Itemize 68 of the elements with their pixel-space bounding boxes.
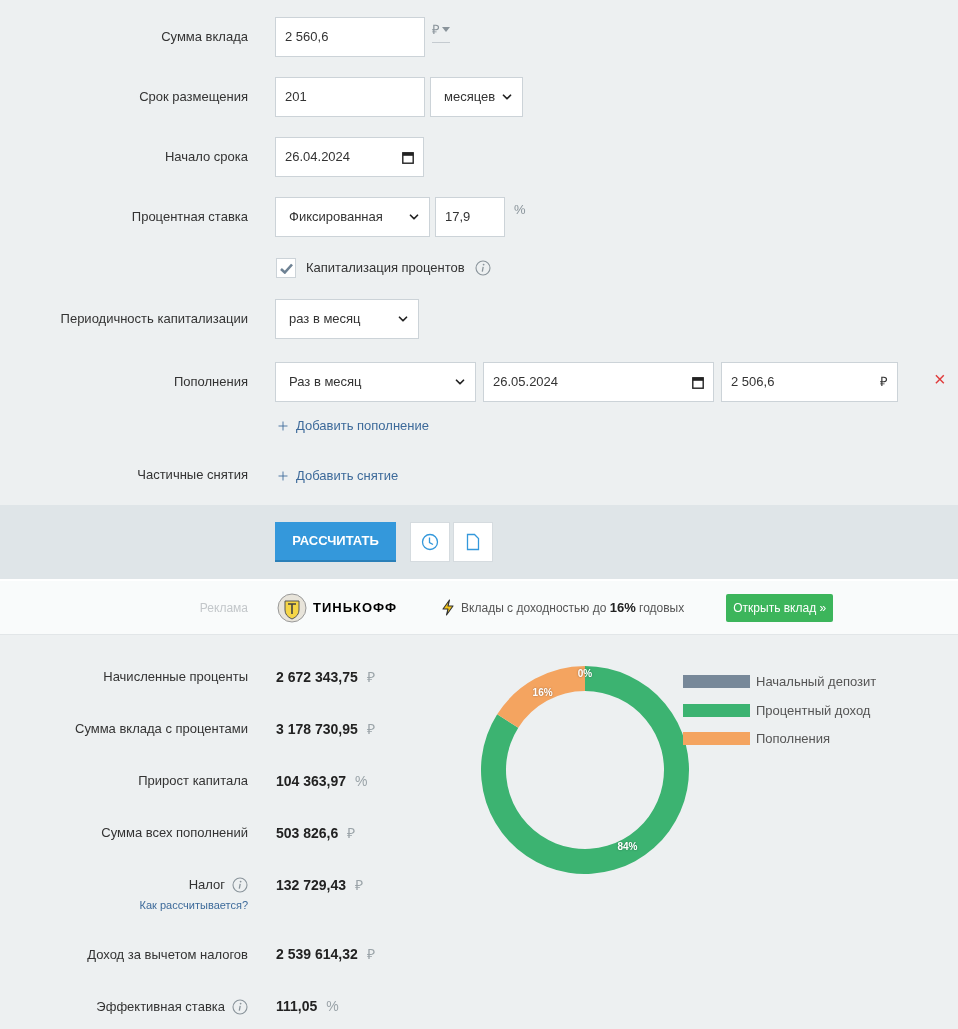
document-icon <box>466 533 480 551</box>
field-label: Процентная ставка <box>131 208 248 227</box>
result-value: 2 539 614,32 <box>276 945 358 964</box>
lightning-icon <box>441 599 456 616</box>
period-select[interactable]: раз в месяц <box>275 299 419 339</box>
field-label: Срок размещения <box>139 88 248 107</box>
calendar-icon <box>402 150 414 164</box>
add-link[interactable]: Добавить пополнение <box>276 416 429 436</box>
calendar-icon <box>692 375 704 389</box>
field-label: Начало срока <box>164 148 248 167</box>
info-icon <box>474 260 491 276</box>
check-icon <box>279 262 293 274</box>
percent-unit: % <box>514 201 526 219</box>
plus-icon <box>276 468 290 483</box>
legend-label: Начальный депозит <box>756 673 877 691</box>
unit-sign: % <box>355 771 368 791</box>
info-icon <box>232 998 248 1015</box>
result-value: 3 178 730,95 <box>276 719 358 739</box>
legend-label: Пополнения <box>756 730 831 748</box>
result-value: 111,05 <box>276 997 318 1016</box>
unit-sign: ₽ <box>366 719 375 739</box>
result-label: Начисленные проценты <box>103 668 248 687</box>
document-button[interactable] <box>453 522 493 562</box>
unit-select[interactable]: месяцев <box>430 77 523 117</box>
field-label: Пополнения <box>173 373 248 391</box>
field-label: Сумма вклада <box>161 28 248 47</box>
how-calculated-link[interactable]: Как рассчитывается? <box>139 897 248 914</box>
result-label: Доход за вычетом налогов <box>87 945 248 964</box>
data-label: 84% <box>617 840 638 852</box>
caret-icon <box>442 27 450 33</box>
term-field[interactable]: 201 <box>275 77 425 117</box>
rate-type-select[interactable]: Фиксированная <box>275 197 430 237</box>
rate-field[interactable]: 17,9 <box>435 197 505 237</box>
result-value: 104 363,97 <box>276 771 347 791</box>
date-field[interactable]: 26.04.2024 <box>275 137 424 177</box>
unit-sign: ₽ <box>355 875 364 895</box>
plus-icon <box>276 419 290 433</box>
amount-field[interactable]: 2 506,6 ₽ <box>721 362 898 402</box>
result-value: 503 826,6 <box>276 823 339 843</box>
history-button[interactable] <box>410 522 450 562</box>
result-label: Эффективная ставка <box>96 997 225 1016</box>
result-value: 132 729,43 <box>276 875 347 895</box>
data-label: 16% <box>532 686 553 698</box>
date-field[interactable]: 26.05.2024 <box>483 362 714 402</box>
unit-sign: ₽ <box>366 945 375 964</box>
result-label: Сумма всех пополнений <box>101 824 248 843</box>
result-label: Прирост капитала <box>138 772 248 791</box>
unit-sign: % <box>326 997 339 1016</box>
amount-field[interactable]: 2 560,6 <box>275 17 425 57</box>
data-label: 0% <box>577 667 593 679</box>
shield-emblem-icon <box>277 592 307 623</box>
capitalization-checkbox[interactable] <box>276 258 296 278</box>
checkbox-label: Капитализация процентов <box>306 259 465 278</box>
add-link[interactable]: Добавить снятие <box>276 466 399 486</box>
result-label: Налог <box>188 876 225 895</box>
unit-sign: ₽ <box>347 823 356 843</box>
result-value: 2 672 343,75 <box>276 667 358 687</box>
info-icon <box>232 877 248 893</box>
brand-name: ТИНЬКОФФ <box>313 598 398 617</box>
remove-button[interactable]: × <box>934 369 946 389</box>
field-label: Частичные снятия <box>137 466 248 485</box>
frequency-select[interactable]: Раз в месяц <box>275 362 476 402</box>
clock-icon <box>421 533 439 551</box>
unit-sign: ₽ <box>366 667 375 687</box>
ad-text: Вклады с доходностью до 16% годовых <box>461 598 685 617</box>
result-label: Сумма вклада с процентами <box>75 720 248 739</box>
field-label: Периодичность капитализации <box>60 310 248 329</box>
legend-label: Процентный доход <box>756 701 871 720</box>
